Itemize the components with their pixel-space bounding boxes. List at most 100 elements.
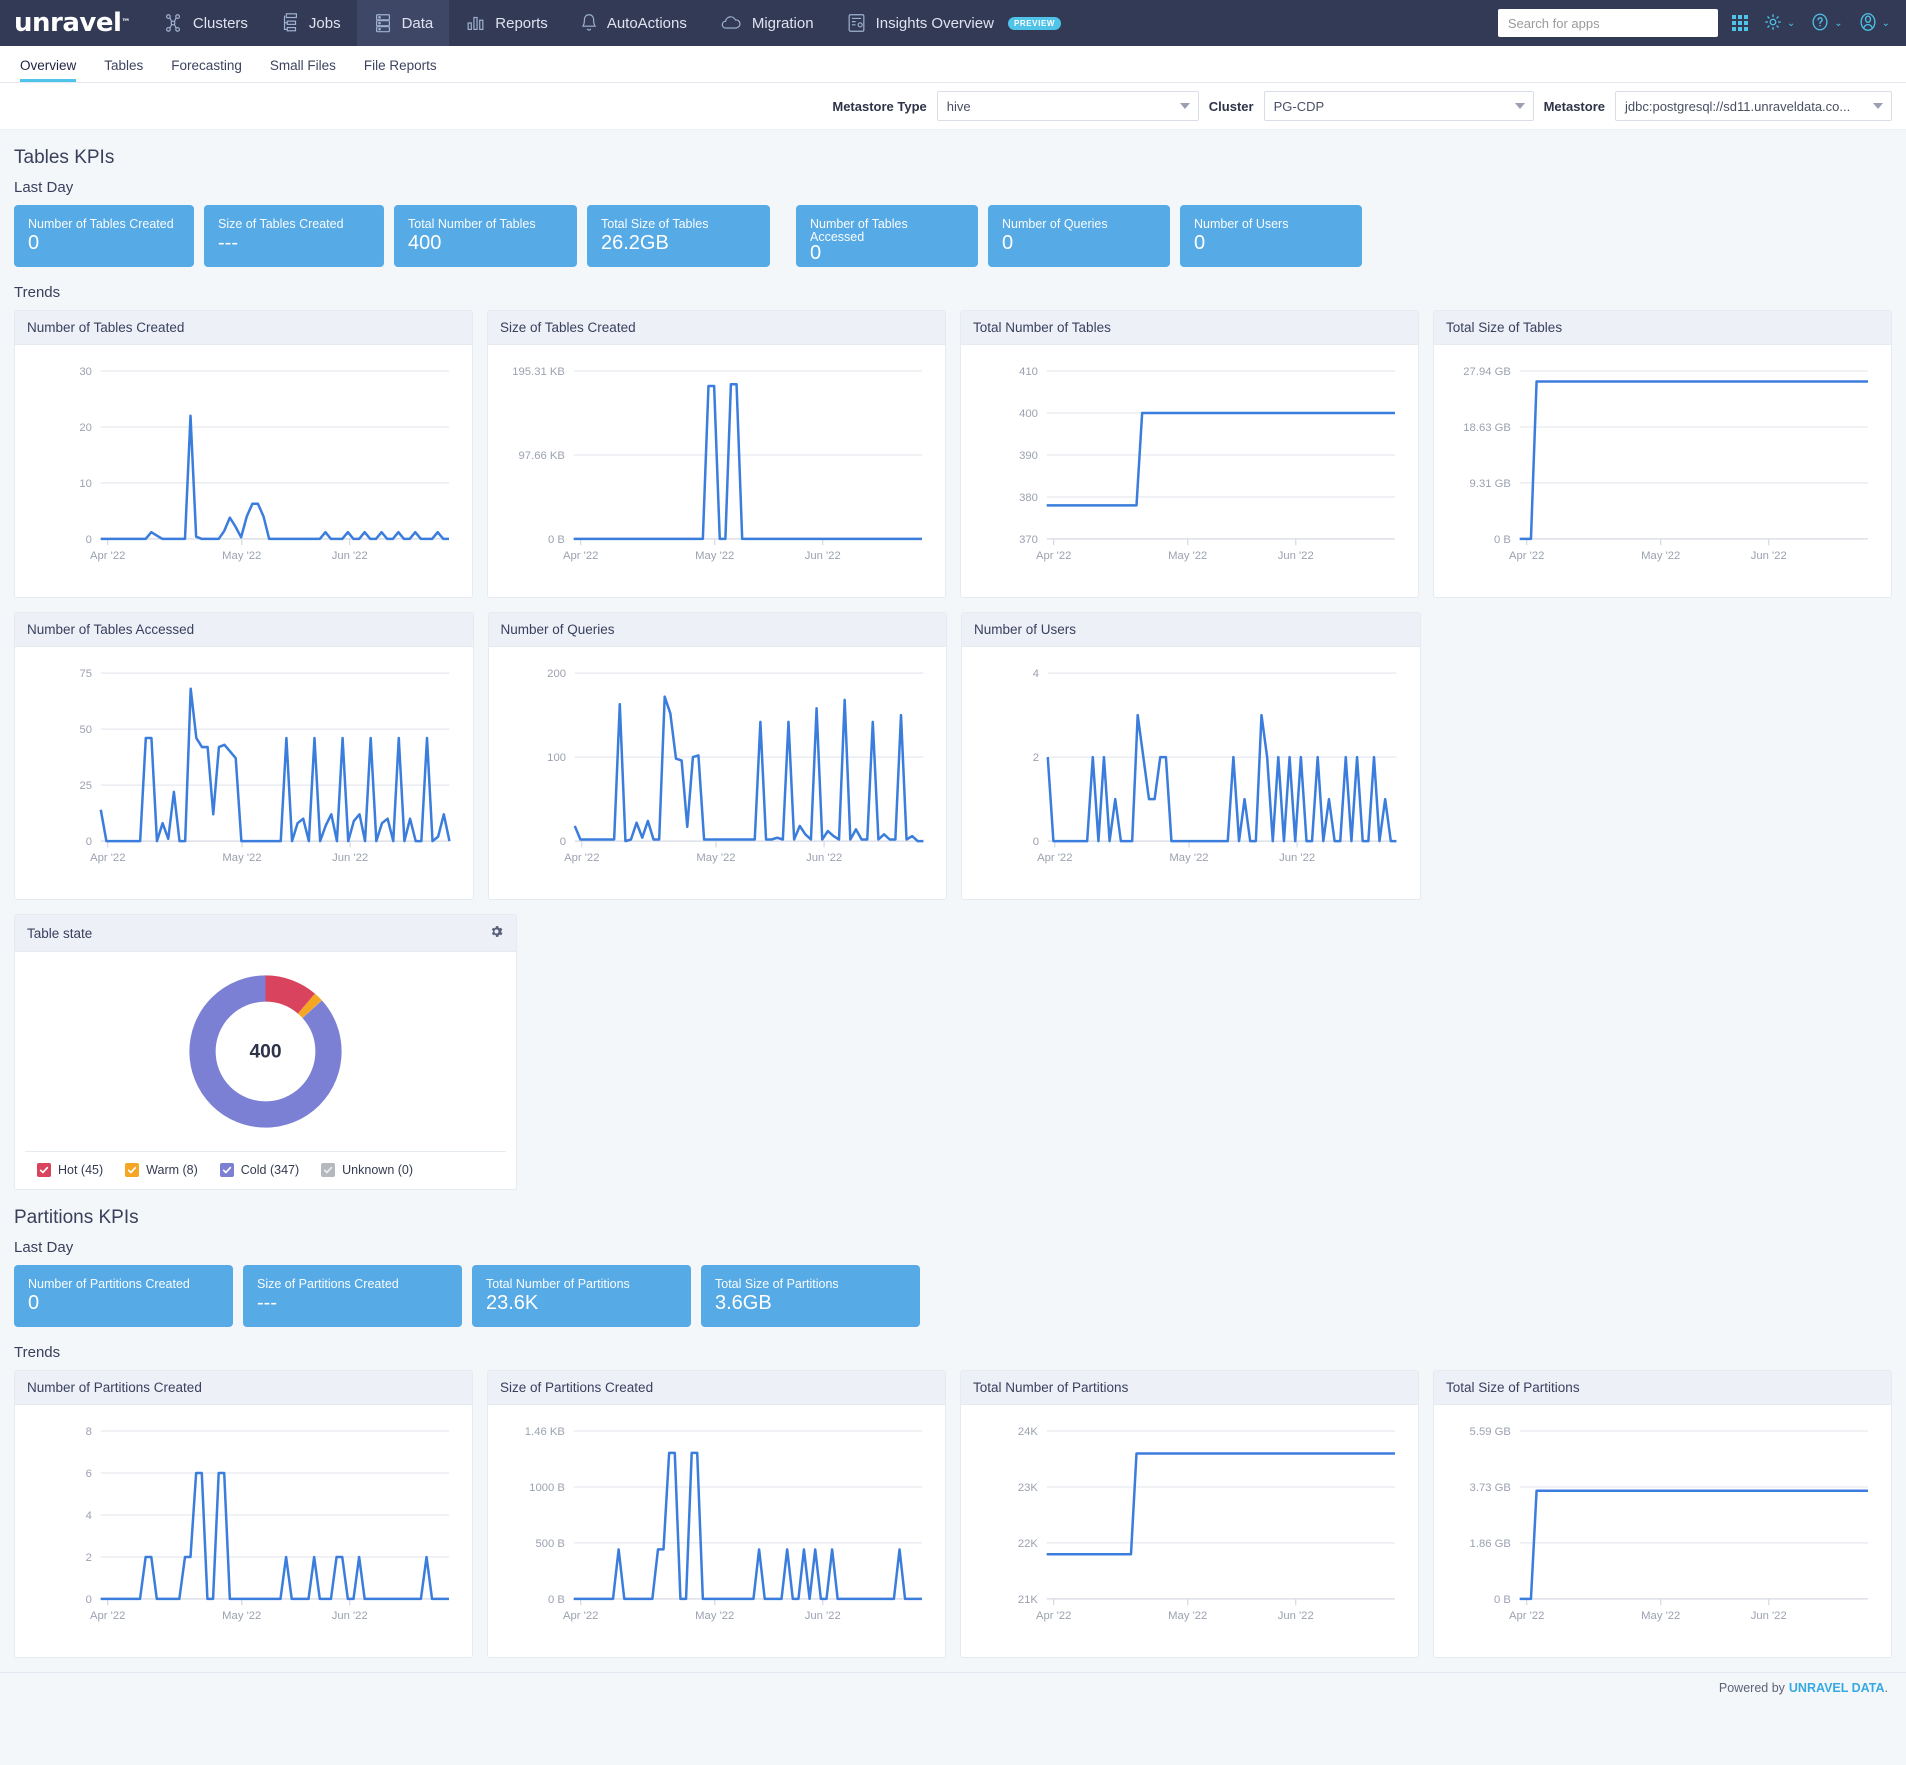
page-body: Tables KPIs Last Day Number of Tables Cr… — [0, 147, 1906, 1659]
unravel-logo[interactable]: unravel ™ — [0, 0, 146, 46]
tab-file-reports-label: File Reports — [363, 58, 437, 73]
svg-text:18.63 GB: 18.63 GB — [1463, 422, 1511, 434]
kpi-card[interactable]: Total Size of Tables 26.2GB — [587, 205, 770, 267]
legend-item-cold[interactable]: Cold (347) — [219, 1163, 299, 1178]
checkbox-unknown[interactable] — [321, 1163, 336, 1178]
kpi-card[interactable]: Total Number of Partitions 23.6K — [472, 1265, 691, 1328]
user-menu-button[interactable]: ⌄ — [1857, 10, 1890, 37]
chart-area[interactable]: 370 380 390 400 410 Apr '22 May '22 Jun '22 — [961, 345, 1418, 597]
svg-text:Jun '22: Jun '22 — [1279, 852, 1315, 864]
kpi-value: --- — [257, 1292, 277, 1315]
chart-area[interactable]: 0 2 4 6 8 Apr '22 May '22 Jun '22 — [15, 1405, 472, 1657]
metastore-type-value: hive — [946, 98, 971, 114]
footer-powered-by: Powered by — [1718, 1681, 1785, 1696]
footer-company-link[interactable]: UNRAVEL DATA — [1789, 1681, 1885, 1695]
nav-item-autoactions[interactable]: AutoActions — [564, 0, 703, 46]
metastore-value: jdbc:postgresql://sd11.unraveldata.co... — [1625, 98, 1851, 114]
nav-item-insights-overview[interactable]: Insights Overview PREVIEW — [830, 0, 1077, 46]
tab-overview[interactable]: Overview — [14, 58, 90, 82]
line-chart-svg: 0 B 97.66 KB 195.31 KB Apr '22 May '22 Jun '2… — [512, 366, 922, 562]
bell-icon — [580, 12, 598, 34]
kpi-label: Number of Queries — [1002, 217, 1108, 231]
svg-text:21K: 21K — [1018, 1594, 1039, 1606]
tab-forecasting[interactable]: Forecasting — [157, 58, 256, 82]
kpi-card[interactable]: Number of Tables Created 0 — [14, 205, 194, 267]
nav-item-reports[interactable]: Reports — [449, 0, 564, 46]
checkbox-cold[interactable] — [219, 1163, 234, 1178]
series-line — [573, 695, 923, 843]
svg-text:1.46 KB: 1.46 KB — [525, 1426, 565, 1438]
kpi-card[interactable]: Number of Queries 0 — [988, 205, 1170, 267]
kpi-label: Total Number of Tables — [408, 217, 536, 231]
legend-item-unknown[interactable]: Unknown (0) — [321, 1163, 414, 1178]
chart-area[interactable]: 0 B 9.31 GB 18.63 GB 27.94 GB Apr '22 May '22… — [1434, 345, 1891, 597]
cloud-icon — [719, 12, 743, 34]
partitions-kpi-row: Number of Partitions Created 0 Size of P… — [14, 1265, 1892, 1328]
svg-text:Apr '22: Apr '22 — [90, 1610, 125, 1622]
nav-item-data[interactable]: Data — [356, 0, 450, 46]
table-state-row: Table state 400 Hot (45) Warm (8) Cold (… — [14, 914, 1892, 1191]
gear-icon[interactable] — [489, 924, 504, 942]
svg-text:May '22: May '22 — [1169, 852, 1208, 864]
table-state-card: Table state 400 Hot (45) Warm (8) Cold (… — [14, 914, 517, 1191]
donut-center-total: 400 — [249, 1042, 281, 1063]
kpi-label: Size of Partitions Created — [257, 1277, 399, 1292]
kpi-card[interactable]: Total Size of Partitions 3.6GB — [701, 1265, 920, 1328]
kpi-card[interactable]: Size of Tables Created --- — [204, 205, 384, 267]
chart-area[interactable]: 0 2 4 Apr '22 May '22 Jun '22 — [962, 647, 1420, 899]
legend-item-hot[interactable]: Hot (45) — [37, 1163, 103, 1178]
footer-period: . — [1884, 1681, 1888, 1696]
chart-area[interactable]: 0 100 200 Apr '22 May '22 Jun '22 — [489, 647, 947, 899]
chart-area[interactable]: 0 B 1.86 GB 3.73 GB 5.59 GB Apr '22 May '22 Ju… — [1434, 1405, 1891, 1657]
series-line — [99, 687, 451, 843]
kpi-card[interactable]: Number of Users 0 — [1180, 205, 1362, 267]
nav-item-clusters[interactable]: Clusters — [146, 0, 264, 46]
tab-file-reports[interactable]: File Reports — [350, 58, 451, 82]
chart-card-size-tables-created: Size of Tables Created 0 B 97.66 KB 195.31… — [487, 310, 946, 599]
svg-text:1.86 GB: 1.86 GB — [1470, 1538, 1511, 1550]
tab-tables[interactable]: Tables — [90, 58, 157, 82]
line-chart-svg: 0 B 500 B 1000 B 1.46 KB Apr '22 May '22 Jun '… — [525, 1426, 922, 1622]
apps-grid-icon[interactable] — [1731, 15, 1748, 31]
cluster-value: PG-CDP — [1273, 98, 1325, 114]
nav-item-jobs[interactable]: Jobs — [264, 0, 357, 46]
line-chart-svg: 0 2 4 6 8 Apr '22 May '22 Jun '22 — [86, 1426, 449, 1622]
settings-gear-button[interactable]: ⌄ — [1762, 11, 1795, 36]
legend-label-unknown: Unknown (0) — [342, 1163, 414, 1178]
kpi-card[interactable]: Size of Partitions Created --- — [243, 1265, 462, 1328]
kpi-card[interactable]: Total Number of Tables 400 — [394, 205, 577, 267]
svg-text:Jun '22: Jun '22 — [332, 550, 368, 562]
kpi-value: 3.6GB — [715, 1292, 772, 1315]
chart-area[interactable]: 0 10 20 30 Apr '22 May '22 Jun '22 — [15, 345, 472, 597]
metastore-type-select[interactable]: hive — [936, 91, 1199, 121]
page-footer: Powered by UNRAVEL DATA . — [0, 1672, 1906, 1704]
chart-area[interactable]: 0 B 500 B 1000 B 1.46 KB Apr '22 May '22 Jun '… — [488, 1405, 945, 1657]
svg-text:400: 400 — [1019, 408, 1038, 420]
kpi-card[interactable]: Number of Tables Accessed 0 — [796, 205, 978, 267]
partitions-trends-label: Trends — [14, 1344, 61, 1362]
svg-text:10: 10 — [79, 478, 92, 490]
svg-text:May '22: May '22 — [1641, 550, 1680, 562]
tab-small-files-label: Small Files — [269, 58, 336, 73]
svg-text:Apr '22: Apr '22 — [1509, 550, 1544, 562]
chart-area[interactable]: 21K 22K 23K 24K Apr '22 May '22 Jun '22 — [961, 1405, 1418, 1657]
chart-area[interactable]: 0 25 50 75 Apr '22 May '22 Jun '22 — [15, 647, 473, 899]
table-state-legend: Hot (45) Warm (8) Cold (347) Unknown (0) — [25, 1151, 506, 1189]
help-button[interactable]: ⌄ — [1809, 11, 1843, 36]
checkbox-hot[interactable] — [37, 1163, 51, 1178]
cluster-select[interactable]: PG-CDP — [1263, 91, 1534, 121]
metastore-select[interactable]: jdbc:postgresql://sd11.unraveldata.co... — [1615, 91, 1892, 121]
kpi-value: 0 — [28, 232, 40, 254]
legend-item-warm[interactable]: Warm (8) — [125, 1163, 198, 1178]
nav-label-data: Data — [401, 14, 434, 32]
chart-card-size-partitions-created: Size of Partitions Created 0 B 500 B 1000 … — [487, 1370, 946, 1659]
chart-area[interactable]: 0 B 97.66 KB 195.31 KB Apr '22 May '22 Jun '2… — [488, 345, 945, 597]
donut-chart[interactable]: 400 — [15, 952, 516, 1145]
svg-text:Apr '22: Apr '22 — [1036, 550, 1071, 562]
kpi-card[interactable]: Number of Partitions Created 0 — [14, 1265, 233, 1328]
checkbox-warm[interactable] — [125, 1163, 140, 1178]
nav-item-migration[interactable]: Migration — [703, 0, 830, 46]
tab-small-files[interactable]: Small Files — [256, 58, 350, 82]
search-input[interactable] — [1497, 9, 1718, 37]
tables-kpi-row: Number of Tables Created 0 Size of Table… — [14, 205, 1892, 267]
